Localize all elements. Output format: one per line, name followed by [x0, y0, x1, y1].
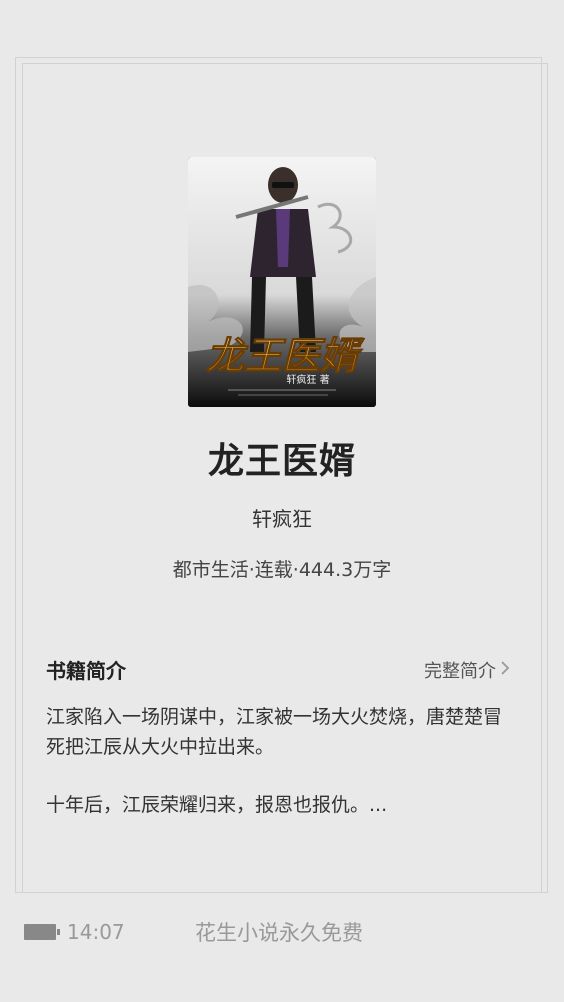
status-slogan: 花生小说永久免费	[195, 921, 363, 945]
full-intro-label: 完整简介	[424, 661, 496, 682]
svg-text:轩疯狂 著: 轩疯狂 著	[286, 373, 329, 386]
svg-text:龙王医婿: 龙王医婿	[206, 334, 365, 378]
book-cover-image: 龙王医婿 轩疯狂 著	[188, 157, 376, 407]
intro-paragraph: 江家陷入一场阴谋中，江家被一场大火焚烧，唐楚楚冒死把江辰从大火中拉出来。	[46, 706, 503, 758]
reader-status-bar: 14:07	[24, 918, 125, 946]
book-author[interactable]: 轩疯狂	[0, 503, 564, 532]
intro-section-title: 书籍简介	[46, 659, 126, 683]
book-title: 龙王医婿	[207, 441, 356, 482]
chevron-right-icon	[500, 660, 510, 681]
book-cover[interactable]: 龙王医婿 轩疯狂 著	[188, 157, 376, 407]
battery-icon	[24, 924, 60, 940]
intro-paragraph: 十年后，江辰荣耀归来，报恩也报仇。...	[46, 794, 388, 816]
intro-text: 江家陷入一场阴谋中，江家被一场大火焚烧，唐楚楚冒死把江辰从大火中拉出来。 十年后…	[46, 702, 506, 820]
full-intro-link[interactable]: 完整简介	[424, 657, 510, 683]
book-meta: 都市生活·连载·444.3万字	[172, 559, 392, 581]
status-time: 14:07	[67, 920, 125, 944]
